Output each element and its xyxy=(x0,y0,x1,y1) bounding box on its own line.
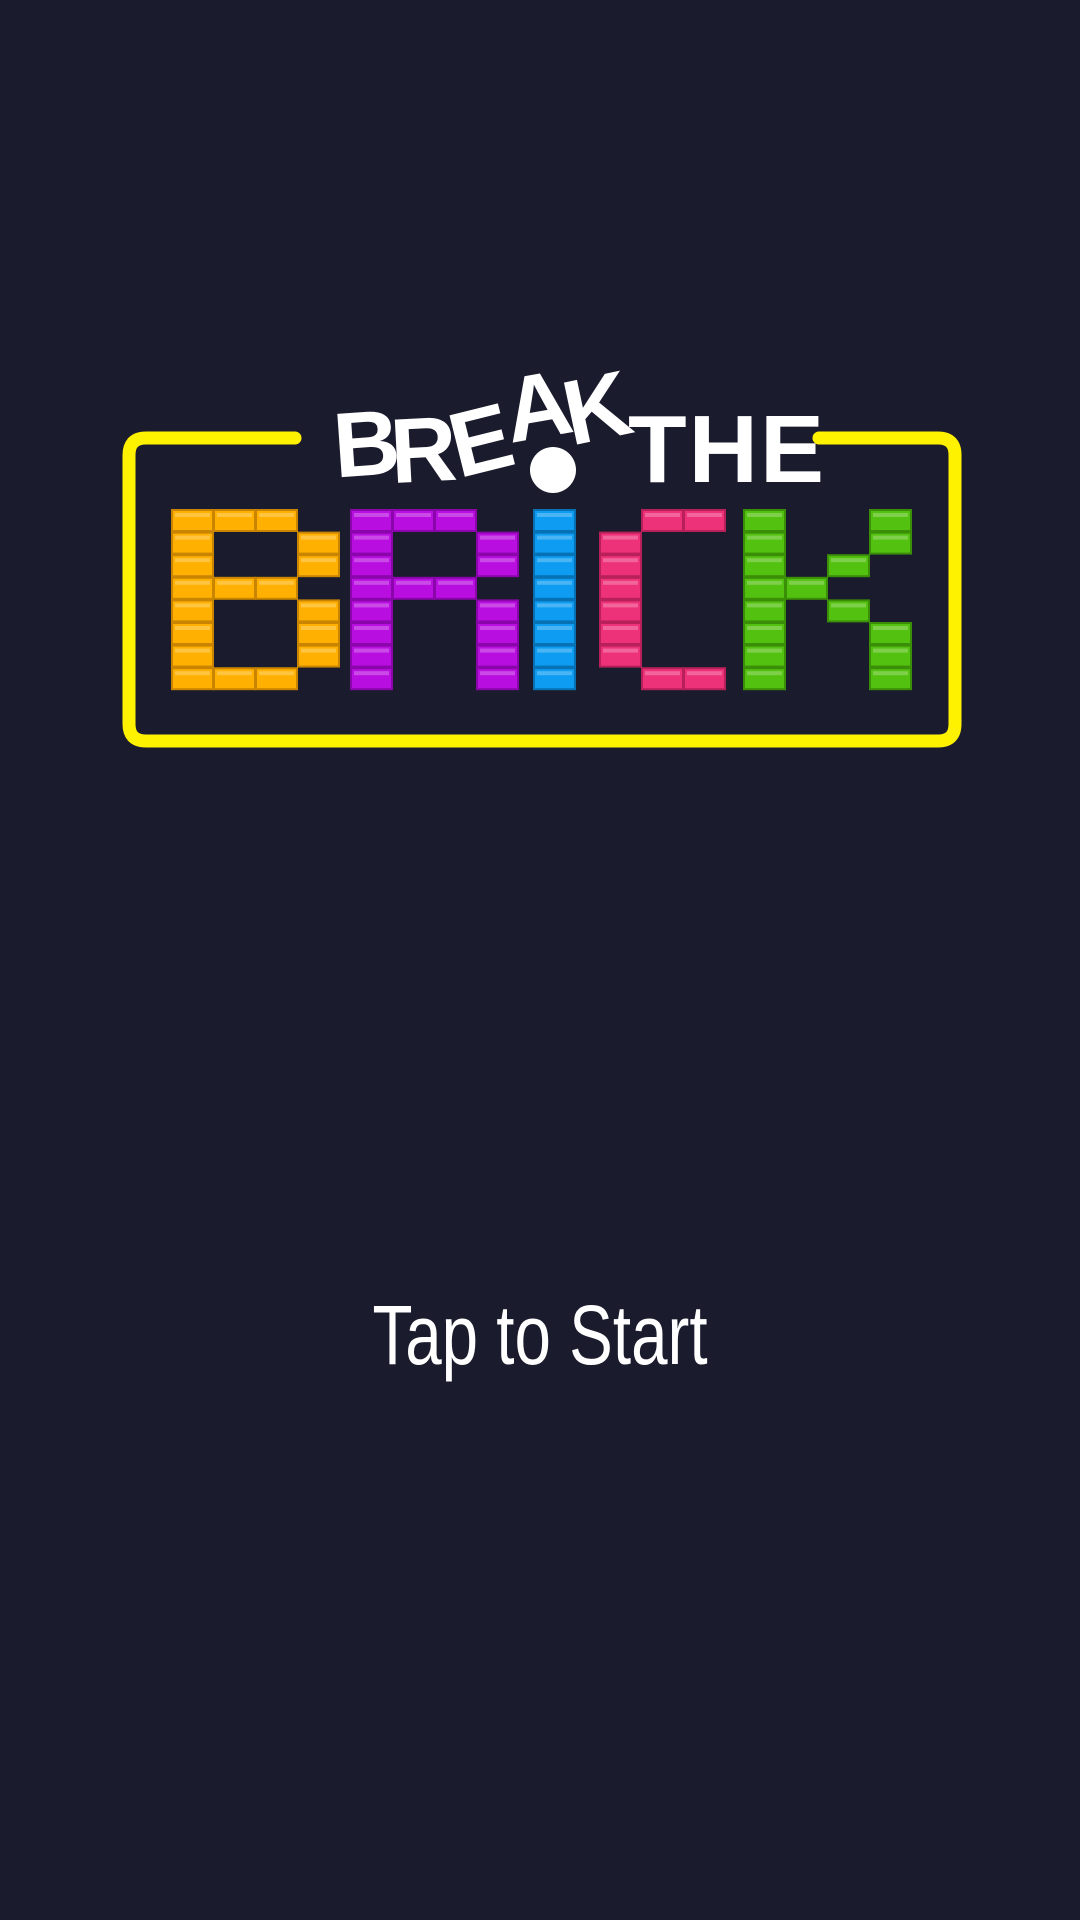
brick-highlight xyxy=(175,580,210,585)
brick-highlight xyxy=(747,603,782,608)
brick-highlight xyxy=(354,535,389,540)
brick-highlight xyxy=(873,671,908,676)
brick-highlight xyxy=(301,626,336,630)
brick-highlight xyxy=(603,535,638,540)
brick-highlight xyxy=(175,626,210,630)
brick-highlight xyxy=(603,603,638,608)
brick-highlight xyxy=(831,603,866,608)
brick-highlight xyxy=(687,513,722,517)
brick-highlight xyxy=(747,580,782,585)
brick-letter-i xyxy=(533,509,576,691)
brick-highlight xyxy=(354,513,389,517)
logo-brick-letters xyxy=(171,509,912,691)
brick-highlight xyxy=(537,603,572,608)
brick-highlight xyxy=(873,513,908,517)
brick-highlight xyxy=(175,513,210,517)
brick-highlight xyxy=(537,513,572,517)
brick-highlight xyxy=(217,671,252,676)
brick-letter-b xyxy=(171,509,340,691)
brick-highlight xyxy=(480,626,515,630)
brick-letter-k xyxy=(743,509,912,691)
brick-highlight xyxy=(175,535,210,540)
brick-highlight xyxy=(259,671,294,676)
brick-highlight xyxy=(873,626,908,630)
brick-highlight xyxy=(217,580,252,585)
brick-highlight xyxy=(537,671,572,676)
brick-highlight xyxy=(354,603,389,608)
brick-highlight xyxy=(301,535,336,540)
brick-highlight xyxy=(480,671,515,676)
brick-highlight xyxy=(747,558,782,563)
brick-highlight xyxy=(354,558,389,563)
brick-highlight xyxy=(747,535,782,540)
brick-highlight xyxy=(396,580,431,585)
brick-highlight xyxy=(175,648,210,653)
tap-to-start-prompt[interactable]: Tap to Start xyxy=(119,1280,961,1390)
brick-highlight xyxy=(603,558,638,563)
brick-highlight xyxy=(354,626,389,630)
logo-word-the-text: THE xyxy=(628,396,826,503)
brick-highlight xyxy=(354,671,389,676)
brick-letter-c xyxy=(599,509,726,691)
brick-highlight xyxy=(354,648,389,653)
brick-highlight xyxy=(687,671,722,676)
brick-highlight xyxy=(645,513,680,517)
logo-word-break: B R E A K xyxy=(330,351,640,503)
game-logo: B R E A K THE xyxy=(122,351,962,748)
brick-highlight xyxy=(301,603,336,608)
brick-highlight xyxy=(175,558,210,563)
brick-highlight xyxy=(747,648,782,653)
brick-highlight xyxy=(873,535,908,540)
brick-highlight xyxy=(396,513,431,517)
logo-exclamation-dot xyxy=(530,447,576,493)
brick-highlight xyxy=(354,580,389,585)
brick-highlight xyxy=(789,580,824,585)
brick-highlight xyxy=(438,580,473,585)
brick-highlight xyxy=(480,648,515,653)
brick-highlight xyxy=(537,626,572,630)
brick-highlight xyxy=(438,513,473,517)
brick-highlight xyxy=(873,648,908,653)
brick-highlight xyxy=(480,535,515,540)
brick-highlight xyxy=(537,580,572,585)
brick-highlight xyxy=(259,513,294,517)
brick-highlight xyxy=(747,626,782,630)
brick-highlight xyxy=(603,648,638,653)
brick-letter-r xyxy=(350,509,519,691)
brick-highlight xyxy=(217,513,252,517)
brick-highlight xyxy=(831,558,866,563)
brick-highlight xyxy=(537,535,572,540)
logo-word-the: THE xyxy=(628,396,826,503)
brick-highlight xyxy=(301,558,336,563)
brick-highlight xyxy=(175,671,210,676)
brick-highlight xyxy=(603,626,638,630)
brick-highlight xyxy=(480,603,515,608)
brick-highlight xyxy=(480,558,515,563)
brick-highlight xyxy=(645,671,680,676)
brick-highlight xyxy=(537,648,572,653)
brick-highlight xyxy=(175,603,210,608)
brick-highlight xyxy=(259,580,294,585)
brick-highlight xyxy=(747,671,782,676)
brick-highlight xyxy=(537,558,572,563)
brick-highlight xyxy=(747,513,782,517)
brick-highlight xyxy=(603,580,638,585)
brick-highlight xyxy=(301,648,336,653)
title-screen[interactable]: B R E A K THE Tap to Start xyxy=(0,0,1080,1920)
